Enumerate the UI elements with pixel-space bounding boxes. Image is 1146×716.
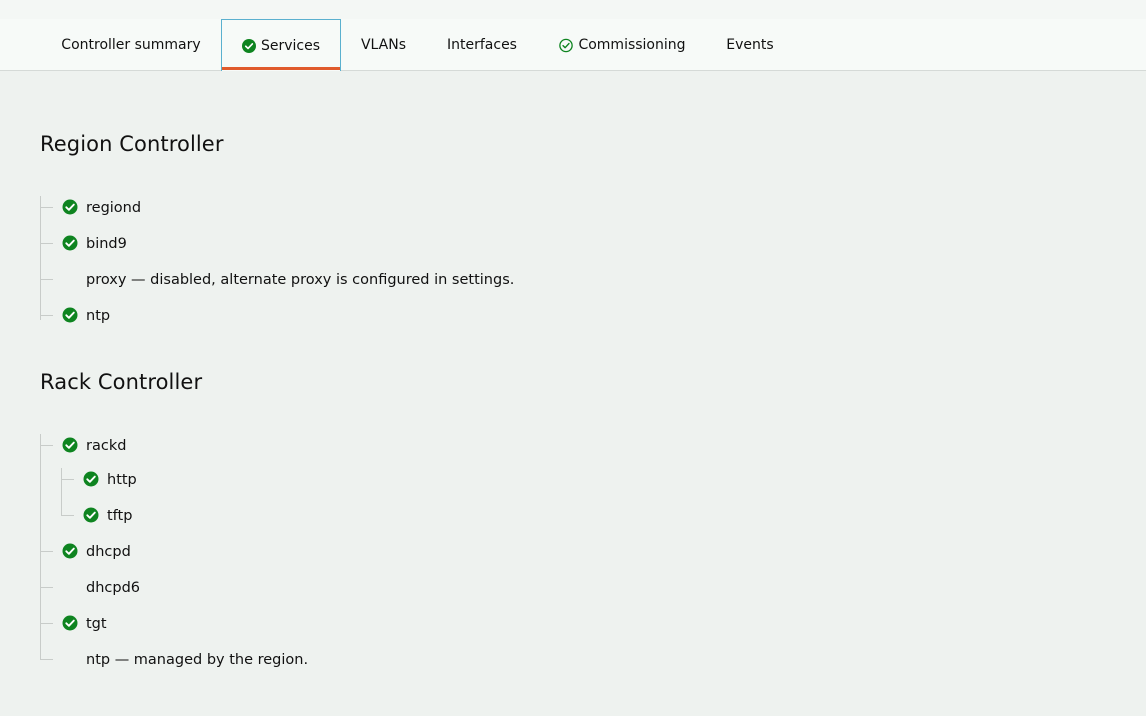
tree-branch (40, 659, 53, 660)
tab-interfaces[interactable]: Interfaces (428, 19, 536, 70)
service-name: ntp — managed by the region. (86, 652, 309, 668)
check-circle-filled-icon (241, 38, 256, 53)
tab-label: VLANs (360, 36, 407, 53)
service-name: rackd (86, 438, 127, 454)
service-name: bind9 (86, 236, 127, 252)
tree-branch (40, 623, 53, 624)
service-name: http (107, 472, 137, 488)
tab-label: Events (726, 36, 774, 53)
tab-label: Services (260, 37, 321, 54)
subtree-line (61, 468, 62, 516)
tab-vlans[interactable]: VLANs (342, 19, 425, 70)
tab-label: Commissioning (578, 36, 686, 53)
service-name: dhcpd (86, 544, 131, 560)
check-circle-filled-icon (83, 507, 99, 523)
service-name: dhcpd6 (86, 580, 140, 596)
top-header-band (0, 0, 1146, 20)
check-circle-outline-icon (559, 38, 574, 52)
check-circle-filled-icon (62, 307, 78, 323)
tab-bar: Controller summary Services VLANs Interf… (0, 19, 1146, 71)
tab-label: Controller summary (61, 36, 201, 53)
rack-controller-title: Rack Controller (40, 370, 203, 394)
tab-services[interactable]: Services (221, 19, 341, 71)
tree-branch (40, 243, 53, 244)
tree-branch (40, 279, 53, 280)
region-controller-title: Region Controller (40, 132, 224, 156)
service-name: tgt (86, 616, 107, 632)
check-circle-filled-icon (62, 615, 78, 631)
check-circle-filled-icon (62, 437, 78, 453)
service-name: proxy — disabled, alternate proxy is con… (86, 272, 515, 288)
check-circle-filled-icon (62, 199, 78, 215)
service-name: ntp (86, 308, 111, 324)
tree-branch (40, 207, 53, 208)
tree-branch (40, 551, 53, 552)
tree-line (40, 434, 41, 660)
tree-branch (61, 515, 74, 516)
tree-line (40, 196, 41, 320)
tree-branch (40, 445, 53, 446)
tab-label: Interfaces (447, 36, 517, 53)
tree-branch (40, 315, 53, 316)
tab-events[interactable]: Events (710, 19, 790, 70)
tab-commissioning[interactable]: Commissioning (540, 19, 705, 70)
service-name: regiond (86, 200, 142, 216)
check-circle-filled-icon (62, 543, 78, 559)
tree-branch (40, 587, 53, 588)
service-name: tftp (107, 508, 133, 524)
active-tab-indicator (222, 67, 340, 70)
check-circle-filled-icon (83, 471, 99, 487)
tree-branch (61, 479, 74, 480)
tab-controller-summary[interactable]: Controller summary (42, 19, 220, 70)
check-circle-filled-icon (62, 235, 78, 251)
